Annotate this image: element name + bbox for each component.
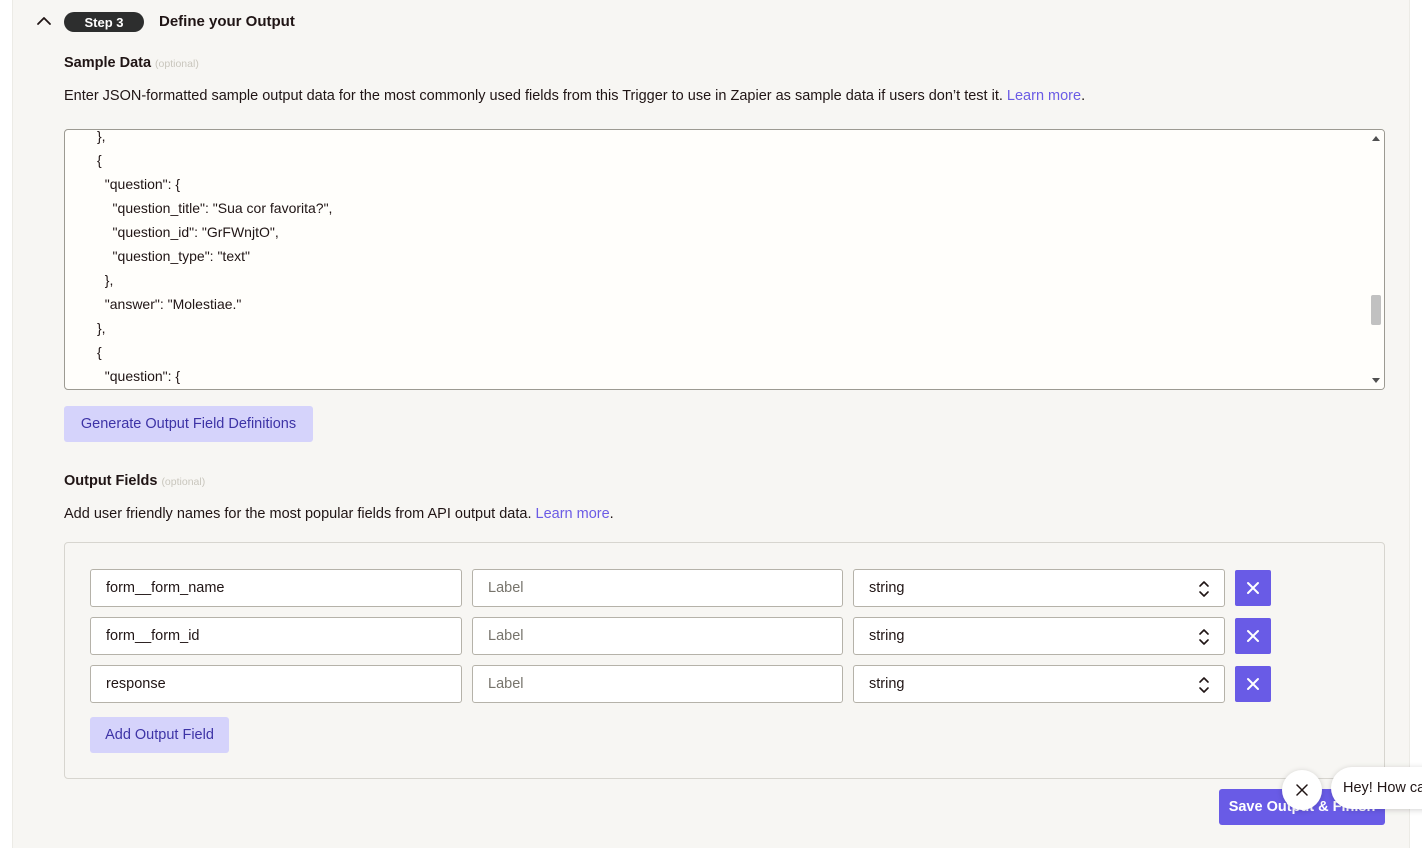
output-fields-learn-more-link[interactable]: Learn more: [536, 506, 610, 522]
scroll-down-arrow-icon[interactable]: [1372, 378, 1380, 383]
code-line: "answer": "Molestiae.": [97, 296, 242, 312]
code-line: "question_id": "GrFWnjtO",: [97, 224, 279, 240]
output-fields-container: form__form_name Label string form__form_…: [64, 542, 1385, 779]
chat-message-bubble[interactable]: Hey! How ca: [1331, 767, 1422, 809]
code-line: "question_type": "text": [97, 248, 250, 264]
field-type-value: string: [869, 580, 905, 596]
output-fields-description: Add user friendly names for the most pop…: [64, 506, 614, 522]
sample-data-code: }, { "question": { "question_title": "Sua…: [97, 129, 333, 388]
field-key-input[interactable]: response: [90, 665, 462, 703]
chevron-up-icon: [37, 17, 51, 25]
step-badge: Step 3: [64, 12, 144, 32]
delete-field-button[interactable]: [1235, 618, 1271, 654]
field-type-value: string: [869, 628, 905, 644]
collapse-step-button[interactable]: [34, 11, 54, 31]
field-label-input[interactable]: Label: [472, 665, 843, 703]
close-icon: [1247, 582, 1259, 594]
output-fields-heading: Output Fields (optional): [64, 473, 205, 489]
code-line: },: [97, 129, 106, 144]
field-label-input[interactable]: Label: [472, 569, 843, 607]
field-type-value: string: [869, 676, 905, 692]
field-key-input[interactable]: form__form_name: [90, 569, 462, 607]
scroll-up-arrow-icon[interactable]: [1372, 136, 1380, 141]
step-title: Define your Output: [159, 13, 295, 30]
code-line: },: [97, 320, 106, 336]
output-fields-description-text: Add user friendly names for the most pop…: [64, 506, 532, 522]
sample-data-heading: Sample Data (optional): [64, 55, 199, 71]
field-type-select[interactable]: string: [853, 617, 1225, 655]
textarea-scrollbar[interactable]: [1368, 130, 1384, 389]
output-fields-optional: (optional): [161, 476, 206, 488]
code-line: },: [97, 272, 114, 288]
chevron-up-down-icon: [1199, 629, 1209, 645]
chevron-up-down-icon: [1199, 677, 1209, 693]
close-icon: [1247, 678, 1259, 690]
field-type-select[interactable]: string: [853, 569, 1225, 607]
code-line: {: [97, 152, 102, 168]
scroll-thumb[interactable]: [1371, 295, 1381, 325]
field-label-input[interactable]: Label: [472, 617, 843, 655]
delete-field-button[interactable]: [1235, 570, 1271, 606]
generate-output-field-definitions-button[interactable]: Generate Output Field Definitions: [64, 406, 313, 442]
sample-data-description-text: Enter JSON-formatted sample output data …: [64, 88, 1003, 104]
field-key-input[interactable]: form__form_id: [90, 617, 462, 655]
sample-data-description: Enter JSON-formatted sample output data …: [64, 88, 1086, 104]
close-icon: [1247, 630, 1259, 642]
add-output-field-button[interactable]: Add Output Field: [90, 717, 229, 753]
sample-data-optional: (optional): [155, 58, 199, 70]
chat-dismiss-button[interactable]: [1282, 770, 1322, 810]
code-line: "question": {: [97, 176, 181, 192]
sample-data-learn-more-link[interactable]: Learn more: [1007, 88, 1081, 104]
delete-field-button[interactable]: [1235, 666, 1271, 702]
code-line: {: [97, 344, 102, 360]
sample-data-textarea[interactable]: }, { "question": { "question_title": "Sua…: [64, 129, 1385, 390]
output-fields-label: Output Fields: [64, 473, 158, 489]
code-line: "question_title": "Sua cor favorita?",: [97, 200, 333, 216]
code-line: "question": {: [97, 368, 181, 384]
sample-data-label: Sample Data: [64, 55, 152, 71]
chevron-up-down-icon: [1199, 581, 1209, 597]
field-type-select[interactable]: string: [853, 665, 1225, 703]
close-icon: [1296, 784, 1308, 796]
